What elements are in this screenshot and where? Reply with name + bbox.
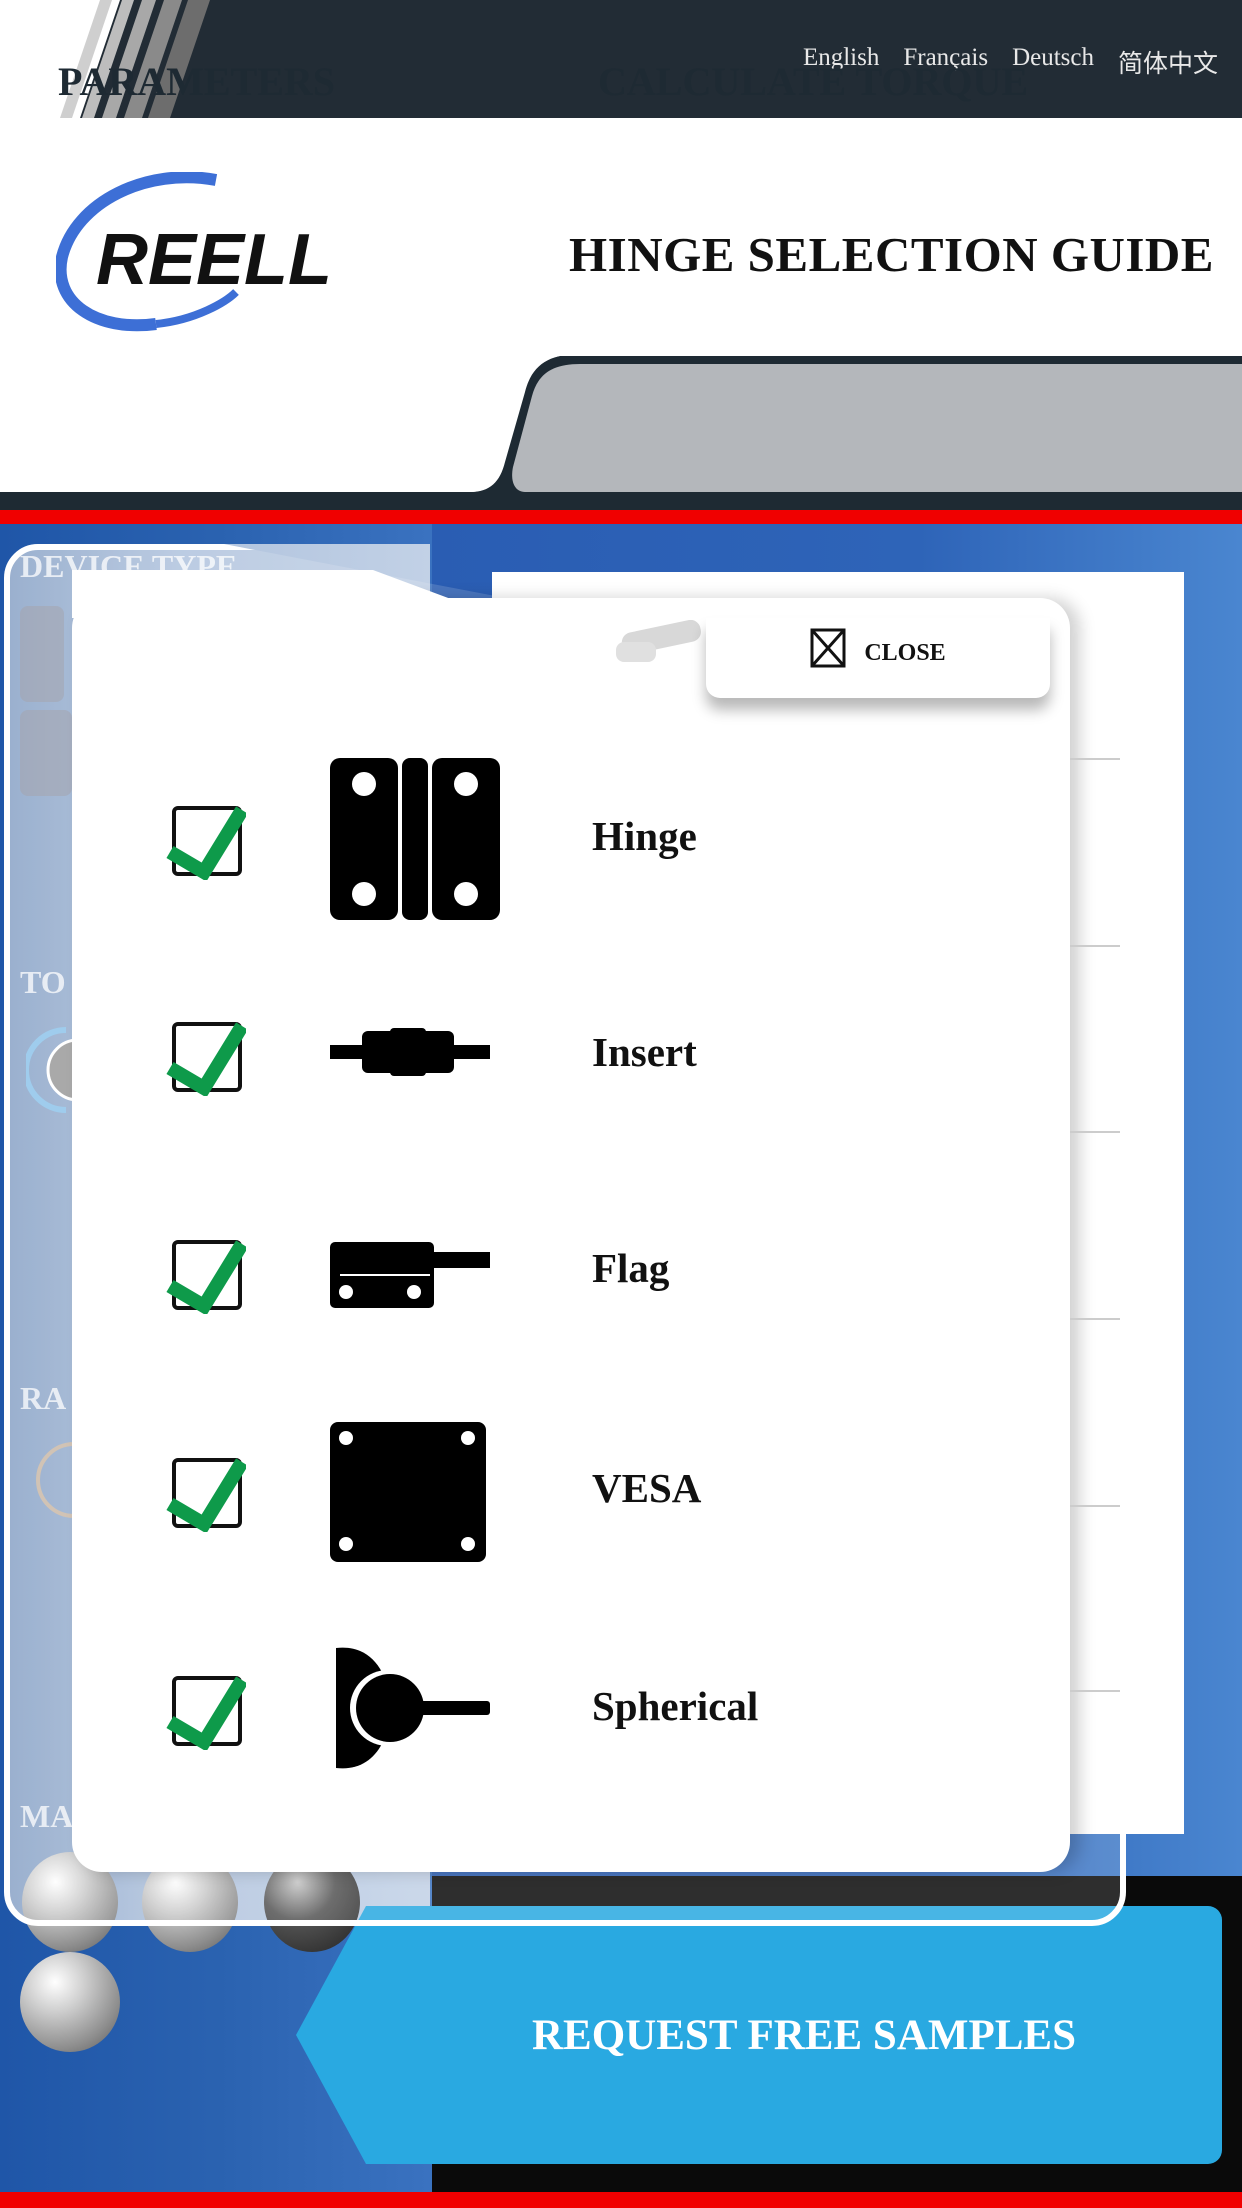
close-box-icon xyxy=(810,628,846,668)
tab-parameters[interactable]: PARAMETERS xyxy=(58,58,335,105)
checkbox-checked-icon[interactable] xyxy=(166,800,246,880)
row-divider xyxy=(1070,1690,1120,1692)
tab-calculate-torque[interactable]: CALCULATE TORQUE xyxy=(598,58,1028,105)
row-divider xyxy=(1070,945,1120,947)
checkbox-checked-icon[interactable] xyxy=(166,1670,246,1750)
checkbox-checked-icon[interactable] xyxy=(166,1016,246,1096)
device-option-flag[interactable]: Flag xyxy=(160,1234,1020,1404)
insert-icon xyxy=(330,1028,490,1076)
close-button[interactable]: CLOSE xyxy=(706,618,1050,698)
red-accent-bar-bottom xyxy=(0,2192,1242,2208)
device-option-spherical[interactable]: Spherical xyxy=(160,1640,1020,1810)
device-option-label: Hinge xyxy=(592,813,697,859)
close-label: CLOSE xyxy=(864,640,946,666)
row-divider xyxy=(1070,758,1120,760)
vesa-icon xyxy=(330,1422,486,1562)
tab-shapes xyxy=(0,352,1242,512)
logo-text: REELL xyxy=(96,220,328,300)
device-option-insert[interactable]: Insert xyxy=(160,1016,1020,1186)
device-option-label: Insert xyxy=(592,1029,697,1075)
red-accent-bar-top xyxy=(0,510,1242,524)
request-free-samples-label: REQUEST FREE SAMPLES xyxy=(531,2011,1076,2059)
device-option-label: VESA xyxy=(592,1465,702,1511)
reell-logo: REELL xyxy=(56,172,328,332)
device-option-label: Flag xyxy=(592,1245,670,1291)
material-ball xyxy=(20,1952,120,2052)
device-option-label: Spherical xyxy=(592,1683,759,1729)
checkbox-checked-icon[interactable] xyxy=(166,1452,246,1532)
device-option-vesa[interactable]: VESA xyxy=(160,1422,1020,1592)
row-divider xyxy=(1070,1131,1120,1133)
spherical-icon xyxy=(336,1647,490,1769)
lang-chinese[interactable]: 简体中文 xyxy=(1118,44,1218,80)
hinge-icon xyxy=(330,758,500,920)
device-option-hinge[interactable]: Hinge xyxy=(160,752,1020,922)
page-title: HINGE SELECTION GUIDE xyxy=(569,227,1214,282)
row-divider xyxy=(1070,1318,1120,1320)
row-divider xyxy=(1070,1505,1120,1507)
checkbox-checked-icon[interactable] xyxy=(166,1234,246,1314)
flag-icon xyxy=(330,1242,490,1308)
ghost-hinge-image xyxy=(616,620,701,662)
request-free-samples-button[interactable]: REQUEST FREE SAMPLES xyxy=(296,1906,1222,2164)
